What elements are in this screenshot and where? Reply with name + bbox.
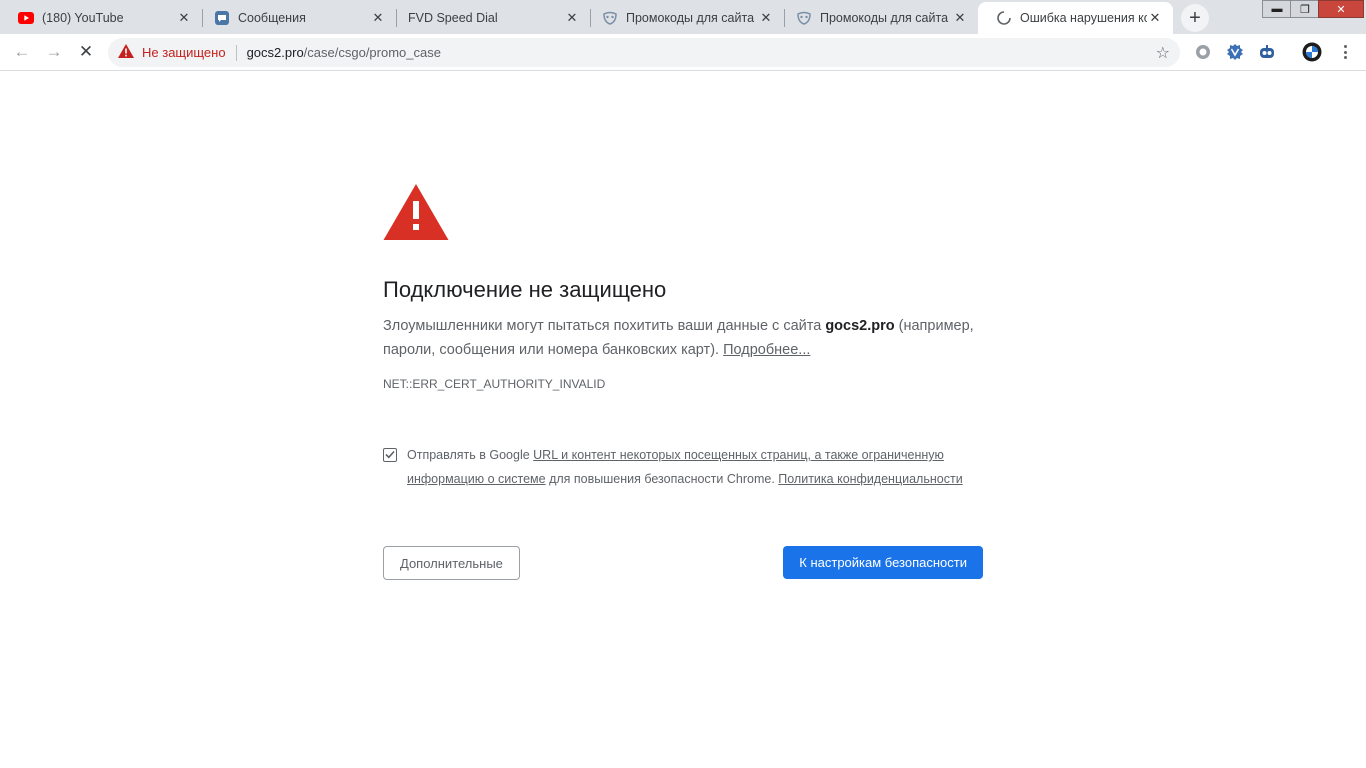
messages-icon bbox=[214, 10, 230, 26]
security-label: Не защищено bbox=[142, 45, 226, 60]
youtube-icon bbox=[18, 10, 34, 26]
forward-button[interactable]: → bbox=[42, 40, 66, 64]
loading-spinner-icon bbox=[996, 10, 1012, 26]
tab-messages[interactable]: Сообщения ✕ bbox=[196, 2, 396, 34]
tab-title: Ошибка нарушения ко bbox=[1020, 11, 1147, 25]
explanation-prefix: Злоумышленники могут пытаться похитить в… bbox=[383, 318, 826, 334]
close-icon[interactable]: ✕ bbox=[952, 10, 968, 26]
site-name: gocs2.pro bbox=[825, 318, 895, 334]
tab-fvd-speed-dial[interactable]: FVD Speed Dial ✕ bbox=[390, 2, 590, 34]
optin-middle: для повышения безопасности Chrome. bbox=[545, 472, 779, 486]
new-tab-button[interactable]: + bbox=[1181, 4, 1209, 32]
stop-icon: ✕ bbox=[78, 42, 94, 61]
stop-loading-button[interactable]: ✕ bbox=[74, 40, 98, 64]
tab-title: (180) YouTube bbox=[42, 11, 124, 25]
tab-active-error[interactable]: Ошибка нарушения ко ✕ bbox=[978, 2, 1173, 34]
restore-icon: ❐ bbox=[1300, 3, 1310, 16]
extension-record-icon[interactable] bbox=[1193, 42, 1213, 62]
browser-toolbar: ← → ✕ Не защищено gocs2.pro/case/csgo/pr… bbox=[0, 34, 1366, 71]
tab-title: Сообщения bbox=[238, 11, 306, 25]
url-host: gocs2.pro bbox=[246, 45, 304, 60]
tab-strip: (180) YouTube ✕ Сообщения ✕ FVD Speed Di… bbox=[0, 0, 1366, 34]
tab-title: FVD Speed Dial bbox=[408, 11, 498, 25]
minimize-button[interactable]: ▬ bbox=[1262, 0, 1292, 18]
checkmark-icon bbox=[385, 443, 395, 467]
tab-promo-2[interactable]: Промокоды для сайта с ✕ bbox=[778, 2, 978, 34]
privacy-policy-link[interactable]: Политика конфиденциальности bbox=[778, 472, 962, 486]
close-icon[interactable]: ✕ bbox=[176, 10, 192, 26]
security-chip[interactable]: Не защищено bbox=[118, 44, 226, 61]
tab-youtube[interactable]: (180) YouTube ✕ bbox=[0, 2, 202, 34]
close-icon[interactable]: ✕ bbox=[758, 10, 774, 26]
profile-avatar[interactable] bbox=[1302, 42, 1322, 62]
close-icon[interactable]: ✕ bbox=[370, 10, 386, 26]
mask-icon bbox=[796, 10, 812, 26]
extension-vpn-icon[interactable] bbox=[1225, 42, 1245, 62]
details-button[interactable]: Дополнительные bbox=[383, 546, 520, 580]
address-bar[interactable]: Не защищено gocs2.pro/case/csgo/promo_ca… bbox=[108, 38, 1180, 67]
error-code: NET::ERR_CERT_AUTHORITY_INVALID bbox=[383, 377, 606, 391]
warning-icon bbox=[118, 44, 134, 61]
restore-button[interactable]: ❐ bbox=[1290, 0, 1320, 18]
close-icon: ✕ bbox=[1336, 3, 1346, 16]
interstitial-content: Подключение не защищено Злоумышленники м… bbox=[383, 183, 983, 580]
tab-title: Промокоды для сайта с bbox=[820, 11, 952, 25]
back-to-safety-button[interactable]: К настройкам безопасности bbox=[783, 546, 983, 579]
omnibox-divider bbox=[235, 44, 237, 61]
optin-text: Отправлять в Google URL и контент некото… bbox=[407, 443, 983, 491]
warning-triangle-icon bbox=[383, 183, 983, 246]
minimize-icon: ▬ bbox=[1271, 3, 1283, 15]
arrow-left-icon: ← bbox=[13, 42, 31, 61]
url-text[interactable]: gocs2.pro/case/csgo/promo_case bbox=[247, 45, 441, 60]
extension-robot-icon[interactable] bbox=[1257, 42, 1277, 62]
close-icon[interactable]: ✕ bbox=[1147, 10, 1163, 26]
optin-prefix: Отправлять в Google bbox=[407, 448, 534, 462]
back-button[interactable]: ← bbox=[10, 40, 34, 64]
tab-promo-1[interactable]: Промокоды для сайта с ✕ bbox=[584, 2, 784, 34]
explanation-text: Злоумышленники могут пытаться похитить в… bbox=[383, 314, 983, 362]
mask-icon bbox=[602, 10, 618, 26]
safe-browsing-optin: Отправлять в Google URL и контент некото… bbox=[383, 443, 983, 491]
page-title: Подключение не защищено bbox=[383, 277, 667, 302]
bookmark-star-icon[interactable]: ☆ bbox=[1156, 43, 1170, 63]
learn-more-link[interactable]: Подробнее... bbox=[723, 342, 810, 358]
window-close-button[interactable]: ✕ bbox=[1318, 0, 1364, 18]
arrow-right-icon: → bbox=[45, 42, 63, 61]
url-path: /case/csgo/promo_case bbox=[303, 45, 441, 60]
plus-icon: + bbox=[1189, 6, 1201, 29]
optin-checkbox[interactable] bbox=[383, 448, 397, 462]
tab-title: Промокоды для сайта с bbox=[626, 11, 758, 25]
menu-dots-icon[interactable] bbox=[1341, 41, 1349, 63]
close-icon[interactable]: ✕ bbox=[564, 10, 580, 26]
button-row: Дополнительные К настройкам безопасности bbox=[383, 546, 983, 580]
